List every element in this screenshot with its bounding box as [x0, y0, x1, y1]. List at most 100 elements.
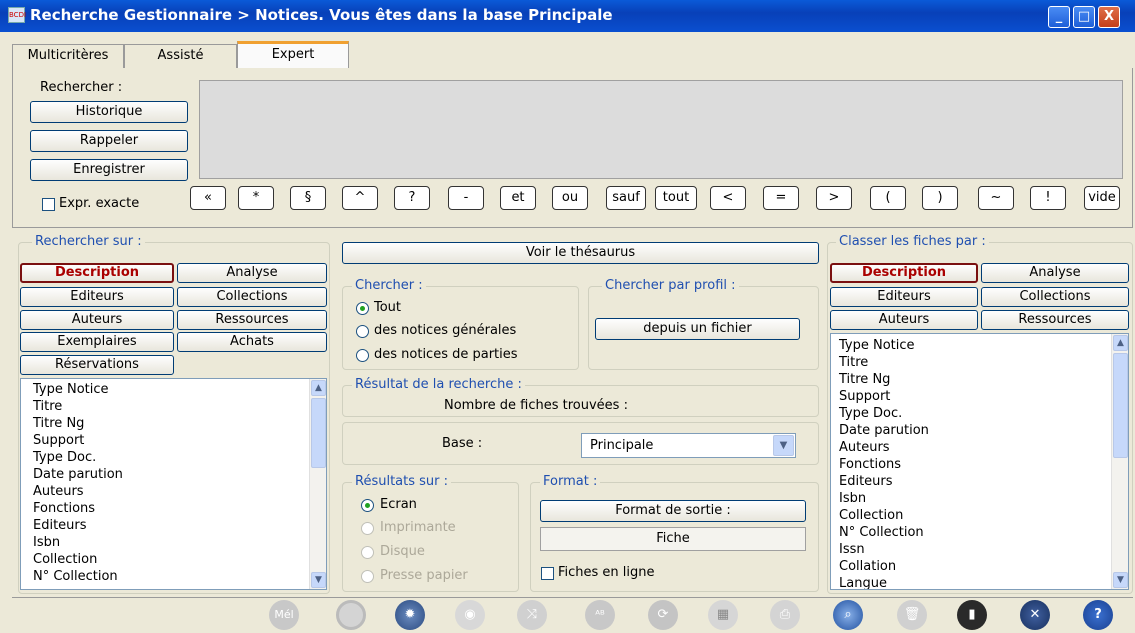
- list-item[interactable]: Date parution: [21, 466, 326, 483]
- rs-ressources-button[interactable]: Ressources: [177, 310, 327, 330]
- list-item[interactable]: Date parution: [831, 422, 1128, 439]
- list-item[interactable]: Langue: [831, 575, 1128, 589]
- scroll-thumb[interactable]: [1113, 353, 1128, 458]
- close-window-button[interactable]: X: [1098, 6, 1120, 28]
- chercher-generales-radio[interactable]: [356, 325, 369, 338]
- symbol-question-button[interactable]: ?: [394, 186, 430, 210]
- rs-auteurs-button[interactable]: Auteurs: [20, 310, 174, 330]
- list-item[interactable]: N° Collection: [831, 524, 1128, 541]
- chercher-tout-radio[interactable]: [356, 302, 369, 315]
- list-item[interactable]: N° Collection: [21, 568, 326, 585]
- symbol-star-button[interactable]: *: [238, 186, 274, 210]
- historique-button[interactable]: Historique: [30, 101, 188, 123]
- list-item[interactable]: Type Notice: [21, 381, 326, 398]
- scroll-up-icon[interactable]: ▲: [311, 380, 326, 396]
- rs-reservations-button[interactable]: Réservations: [20, 355, 174, 375]
- spellcheck-icon[interactable]: ᴬᴮ: [585, 600, 615, 630]
- tab-multicriteres[interactable]: Multicritères: [12, 44, 124, 68]
- shuffle-icon[interactable]: ⤨: [517, 600, 547, 630]
- cl-ressources-button[interactable]: Ressources: [981, 310, 1129, 330]
- minimize-button[interactable]: _: [1048, 6, 1070, 28]
- symbol-caret-button[interactable]: ^: [342, 186, 378, 210]
- scroll-down-icon[interactable]: ▼: [1113, 572, 1128, 588]
- list-item[interactable]: Auteurs: [831, 439, 1128, 456]
- base-select[interactable]: Principale ▼: [581, 433, 796, 458]
- operator-ou-button[interactable]: ou: [552, 186, 588, 210]
- scroll-thumb[interactable]: [311, 398, 326, 468]
- rs-achats-button[interactable]: Achats: [177, 332, 327, 352]
- vide-button[interactable]: vide: [1084, 186, 1120, 210]
- rs-collections-button[interactable]: Collections: [177, 287, 327, 307]
- list-item[interactable]: Titre: [21, 398, 326, 415]
- list-item[interactable]: Isbn: [21, 534, 326, 551]
- reload-icon[interactable]: ⟳: [648, 600, 678, 630]
- search-globe-icon[interactable]: ⌕: [833, 600, 863, 630]
- rs-exemplaires-button[interactable]: Exemplaires: [20, 332, 174, 352]
- list-item[interactable]: Titre: [831, 354, 1128, 371]
- list-item[interactable]: Titre Ng: [21, 415, 326, 432]
- list-item[interactable]: Fonctions: [831, 456, 1128, 473]
- list-item[interactable]: Titre Ng: [831, 371, 1128, 388]
- maximize-button[interactable]: □: [1073, 6, 1095, 28]
- cl-editeurs-button[interactable]: Editeurs: [830, 287, 978, 307]
- cl-list-scrollbar[interactable]: ▲ ▼: [1111, 334, 1128, 589]
- symbol-close-paren-button[interactable]: ): [922, 186, 958, 210]
- scroll-up-icon[interactable]: ▲: [1113, 335, 1128, 351]
- symbol-open-paren-button[interactable]: (: [870, 186, 906, 210]
- print-icon[interactable]: ⎙: [770, 600, 800, 630]
- list-item[interactable]: Issn: [831, 541, 1128, 558]
- enregistrer-button[interactable]: Enregistrer: [30, 159, 188, 181]
- list-item[interactable]: Editeurs: [831, 473, 1128, 490]
- rs-editeurs-button[interactable]: Editeurs: [20, 287, 174, 307]
- voir-thesaurus-button[interactable]: Voir le thésaurus: [342, 242, 819, 264]
- list-item[interactable]: Collation: [831, 558, 1128, 575]
- symbol-less-button[interactable]: <: [710, 186, 746, 210]
- list-item[interactable]: Auteurs: [21, 483, 326, 500]
- cl-collections-button[interactable]: Collections: [981, 287, 1129, 307]
- trash-icon[interactable]: 🗑: [897, 600, 927, 630]
- list-item[interactable]: Editeurs: [21, 517, 326, 534]
- depuis-fichier-button[interactable]: depuis un fichier: [595, 318, 800, 340]
- mail-icon[interactable]: Mél: [269, 600, 299, 630]
- rs-analyse-button[interactable]: Analyse: [177, 263, 327, 283]
- refresh-disabled-icon[interactable]: [336, 600, 366, 630]
- list-item[interactable]: Type Doc.: [21, 449, 326, 466]
- cl-analyse-button[interactable]: Analyse: [981, 263, 1129, 283]
- list-item[interactable]: Type Notice: [831, 337, 1128, 354]
- fiches-en-ligne-checkbox[interactable]: [541, 567, 554, 580]
- settings-gear-icon[interactable]: ✹: [395, 600, 425, 630]
- cl-field-list[interactable]: Type Notice Titre Titre Ng Support Type …: [830, 333, 1129, 590]
- scroll-down-icon[interactable]: ▼: [311, 572, 326, 588]
- symbol-greater-button[interactable]: >: [816, 186, 852, 210]
- close-x-icon[interactable]: ✕: [1020, 600, 1050, 630]
- cl-auteurs-button[interactable]: Auteurs: [830, 310, 978, 330]
- symbol-tilde-button[interactable]: ~: [978, 186, 1014, 210]
- rs-field-list[interactable]: Type Notice Titre Titre Ng Support Type …: [20, 378, 327, 590]
- symbol-minus-button[interactable]: -: [448, 186, 484, 210]
- rs-list-scrollbar[interactable]: ▲ ▼: [309, 379, 326, 589]
- list-item[interactable]: Fonctions: [21, 500, 326, 517]
- note-icon[interactable]: ▮: [957, 600, 987, 630]
- tab-expert[interactable]: Expert: [237, 41, 349, 69]
- list-item[interactable]: Isbn: [831, 490, 1128, 507]
- list-item[interactable]: Support: [21, 432, 326, 449]
- chercher-parties-radio[interactable]: [356, 349, 369, 362]
- list-item[interactable]: Collection: [831, 507, 1128, 524]
- chevron-down-icon[interactable]: ▼: [773, 435, 794, 456]
- cl-description-button[interactable]: Description: [830, 263, 978, 283]
- operator-sauf-button[interactable]: sauf: [606, 186, 646, 210]
- operator-et-button[interactable]: et: [500, 186, 536, 210]
- help-icon[interactable]: ?: [1083, 600, 1113, 630]
- rappeler-button[interactable]: Rappeler: [30, 130, 188, 152]
- preview-eye-icon[interactable]: ◉: [455, 600, 485, 630]
- list-item[interactable]: Collection: [21, 551, 326, 568]
- symbol-exclamation-button[interactable]: !: [1030, 186, 1066, 210]
- operator-tout-button[interactable]: tout: [655, 186, 697, 210]
- list-item[interactable]: Type Doc.: [831, 405, 1128, 422]
- list-item[interactable]: Support: [831, 388, 1128, 405]
- tab-assiste[interactable]: Assisté: [124, 44, 237, 68]
- grid-icon[interactable]: ▦: [708, 600, 738, 630]
- format-sortie-button[interactable]: Format de sortie :: [540, 500, 806, 522]
- expr-exacte-checkbox[interactable]: [42, 198, 55, 211]
- rs-description-button[interactable]: Description: [20, 263, 174, 283]
